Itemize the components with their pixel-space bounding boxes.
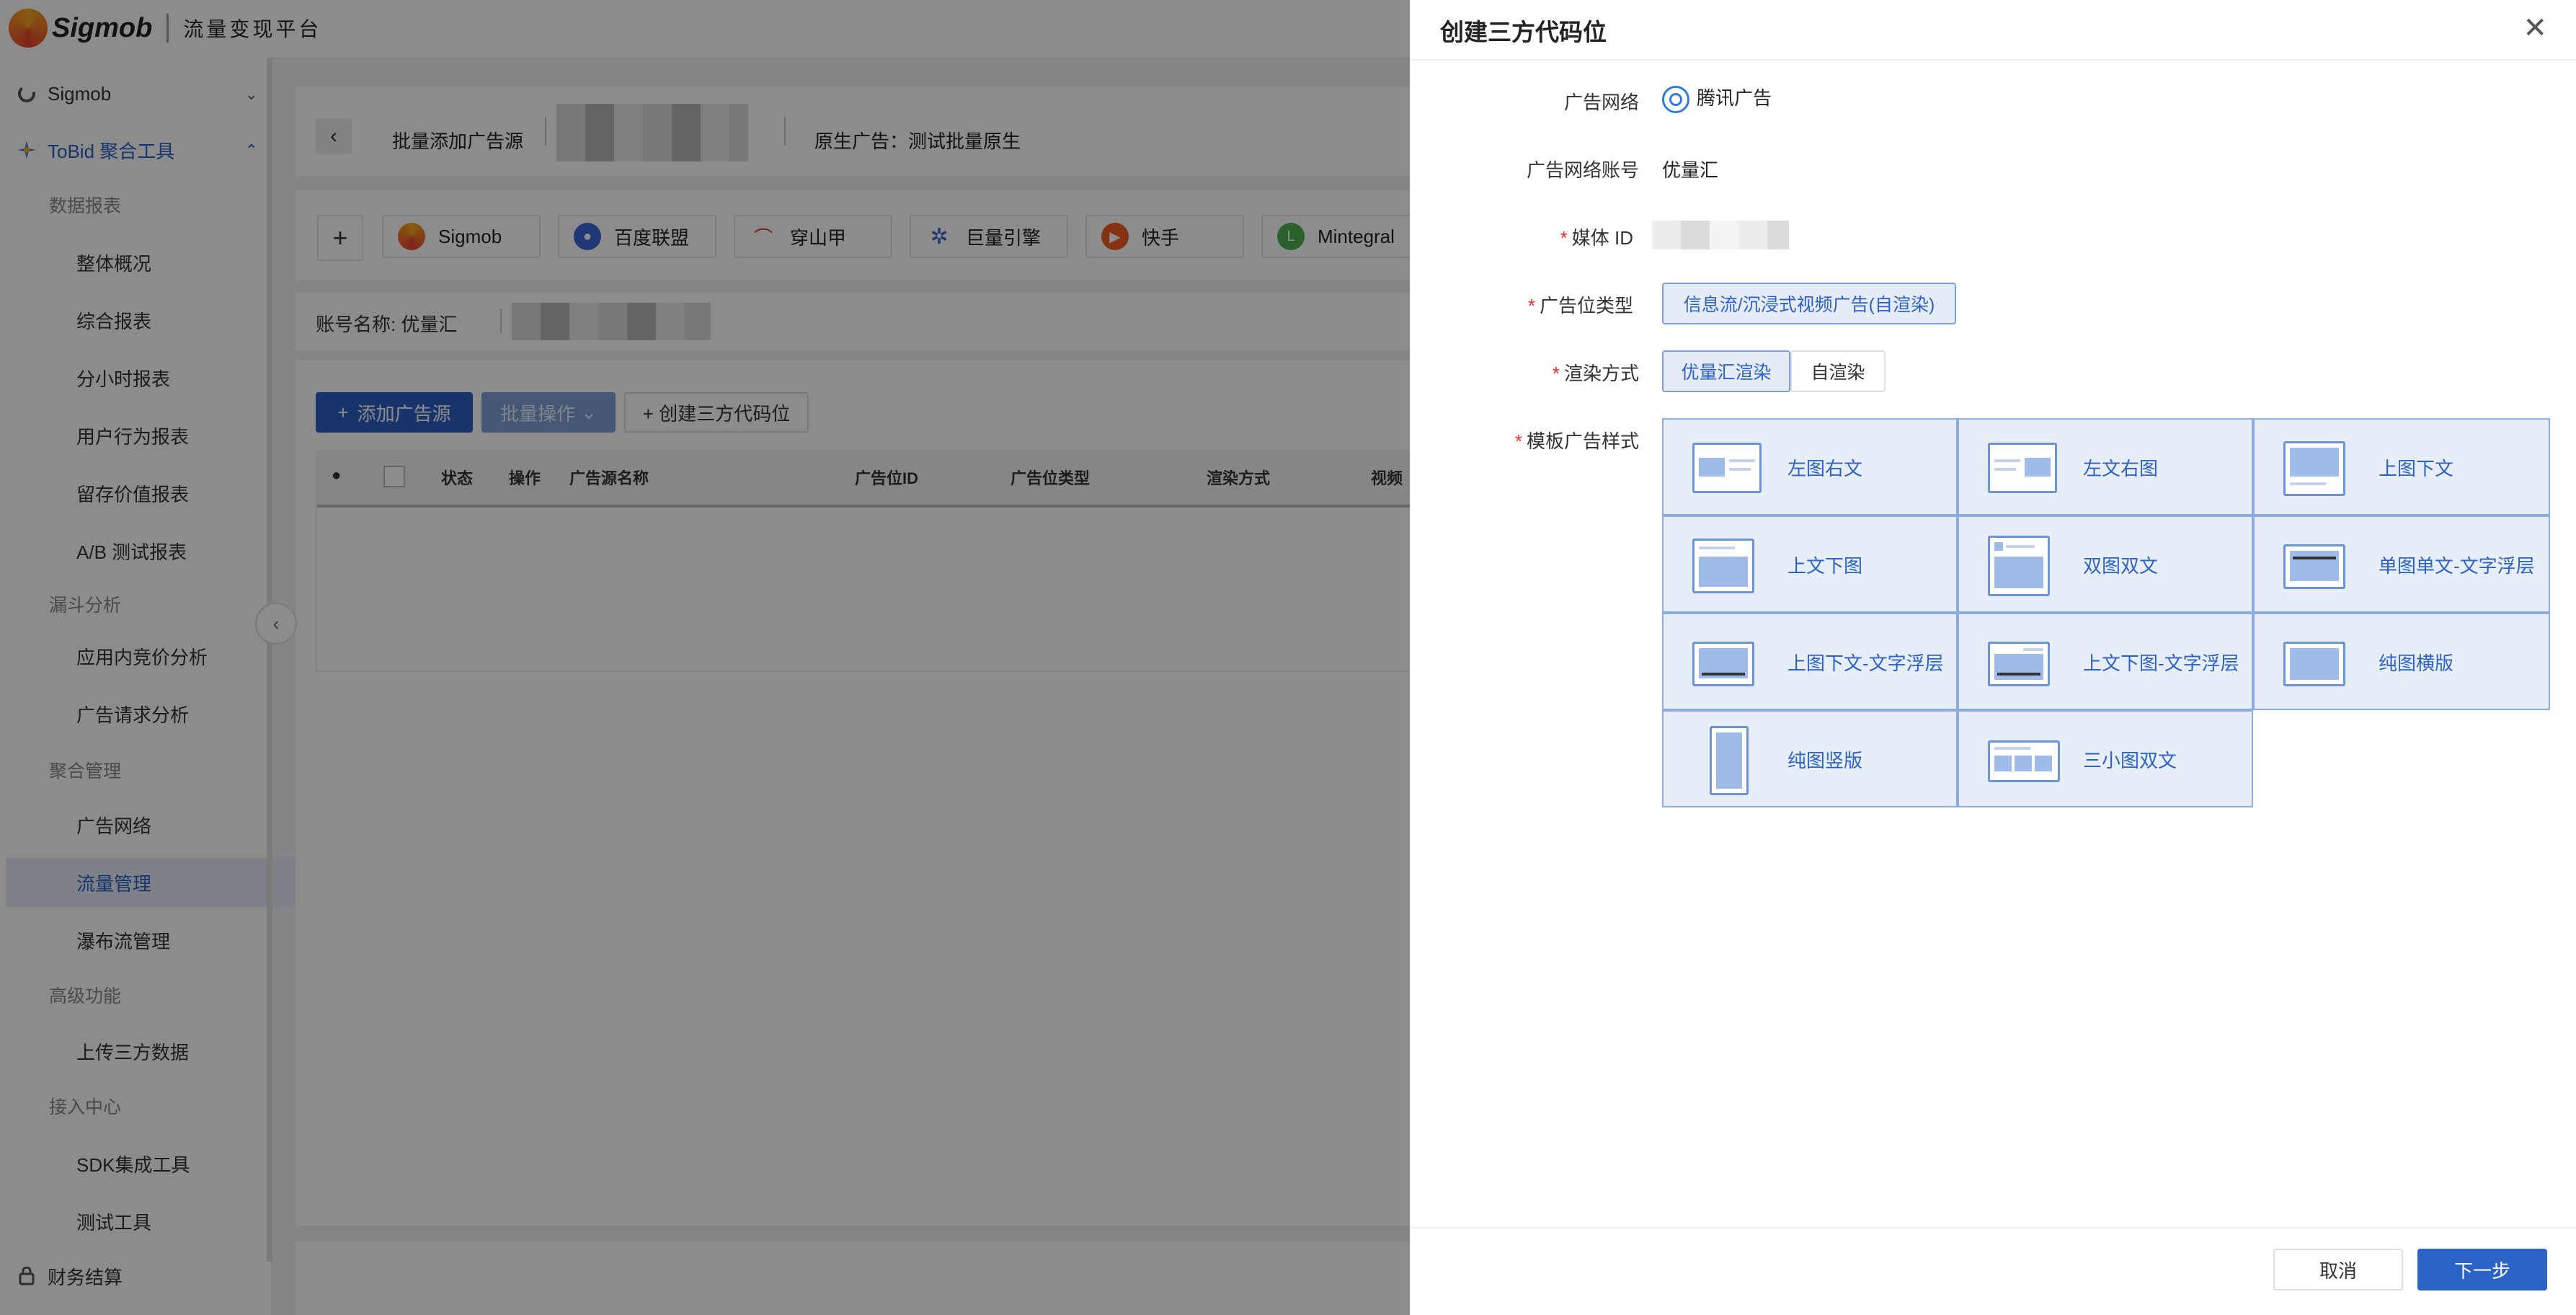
ad-account-label: 广告网络账号 [1430, 156, 1639, 182]
required-mark: * [1552, 363, 1560, 384]
label-text: 广告位类型 [1539, 295, 1633, 316]
layout-thumbnail-icon [1988, 740, 2060, 782]
cancel-button[interactable]: 取消 [2273, 1249, 2403, 1290]
label-text: 模板广告样式 [1526, 430, 1639, 452]
layout-thumbnail-icon [2283, 642, 2345, 686]
template-double-img-double-text[interactable]: 双图双文 [1958, 515, 2253, 613]
required-mark: * [1560, 227, 1568, 249]
layout-thumbnail-icon [1692, 539, 1754, 593]
render-option-self[interactable]: 自渲染 [1790, 350, 1886, 392]
layout-thumbnail-icon [1988, 443, 2057, 493]
required-mark: * [1514, 430, 1522, 452]
modal-overlay[interactable] [0, 0, 1410, 1315]
template-top-text-bottom-img-overlay[interactable]: 上文下图-文字浮层 [1958, 613, 2253, 710]
label-text: 渲染方式 [1563, 363, 1639, 384]
label-text: 广告网络账号 [1526, 159, 1639, 181]
tencent-ads-icon [1662, 86, 1689, 114]
template-pure-img-vertical[interactable]: 纯图竖版 [1662, 710, 1958, 807]
template-label: 纯图横版 [2379, 652, 2454, 674]
ad-network-label: 广告网络 [1430, 88, 1639, 115]
template-label: 单图单文-文字浮层 [2379, 554, 2535, 577]
template-top-img-bottom-text[interactable]: 上图下文 [2253, 418, 2550, 515]
template-label: 上文下图 [1787, 554, 1863, 577]
template-label: 上文下图-文字浮层 [2083, 652, 2239, 674]
create-slot-drawer: 创建三方代码位 ✕ 广告网络 腾讯广告 广告网络账号 优量汇 * 媒体 ID * 广… [1410, 0, 2576, 1315]
label-text: 媒体 ID [1571, 227, 1633, 249]
template-label: 上图下文-文字浮层 [1787, 652, 1944, 674]
template-label: * 模板广告样式 [1430, 427, 1639, 453]
render-label: * 渲染方式 [1430, 359, 1639, 386]
layout-thumbnail-icon [1988, 642, 2050, 686]
layout-thumbnail-icon [1710, 726, 1749, 795]
template-label: 左文右图 [2083, 457, 2159, 479]
divider [1410, 1227, 2576, 1228]
layout-thumbnail-icon [2283, 544, 2345, 589]
template-three-small-img-double-text[interactable]: 三小图双文 [1958, 710, 2253, 807]
template-left-img-right-text[interactable]: 左图右文 [1662, 418, 1958, 515]
render-option-ylh[interactable]: 优量汇渲染 [1662, 350, 1790, 392]
template-single-img-text-overlay[interactable]: 单图单文-文字浮层 [2253, 515, 2550, 613]
template-label: 上图下文 [2379, 457, 2454, 479]
divider [1410, 59, 2576, 61]
layout-thumbnail-icon [1692, 443, 1762, 493]
slot-type-label: * 广告位类型 [1424, 291, 1633, 318]
next-step-button[interactable]: 下一步 [2417, 1249, 2547, 1290]
close-icon[interactable]: ✕ [2523, 12, 2547, 45]
value-text: 腾讯广告 [1697, 87, 1772, 109]
ad-network-value: 腾讯广告 [1662, 84, 1772, 114]
redacted-media-id [1652, 221, 1789, 249]
layout-thumbnail-icon [1988, 536, 2050, 596]
template-left-text-right-img[interactable]: 左文右图 [1958, 418, 2253, 515]
app-root: Sigmob 流量变现平台 Sigmob ⌄ ToBid 聚合工具 ⌃ 数据报表… [0, 0, 2576, 1315]
label-text: 广告网络 [1563, 92, 1639, 113]
template-label: 左图右文 [1787, 457, 1863, 479]
layout-thumbnail-icon [1692, 642, 1754, 686]
template-top-text-bottom-img[interactable]: 上文下图 [1662, 515, 1958, 613]
template-top-img-bottom-text-overlay[interactable]: 上图下文-文字浮层 [1662, 613, 1958, 710]
template-label: 双图双文 [2083, 554, 2159, 577]
template-label: 纯图竖版 [1787, 749, 1863, 771]
template-label: 三小图双文 [2083, 749, 2177, 771]
media-id-label: * 媒体 ID [1424, 223, 1633, 250]
layout-thumbnail-icon [2283, 441, 2345, 496]
template-pure-img-horizontal[interactable]: 纯图横版 [2253, 613, 2550, 710]
drawer-title: 创建三方代码位 [1440, 19, 1607, 45]
slot-type-option[interactable]: 信息流/沉浸式视频广告(自渲染) [1662, 283, 1956, 324]
required-mark: * [1527, 295, 1535, 316]
ad-account-value: 优量汇 [1662, 159, 1719, 181]
